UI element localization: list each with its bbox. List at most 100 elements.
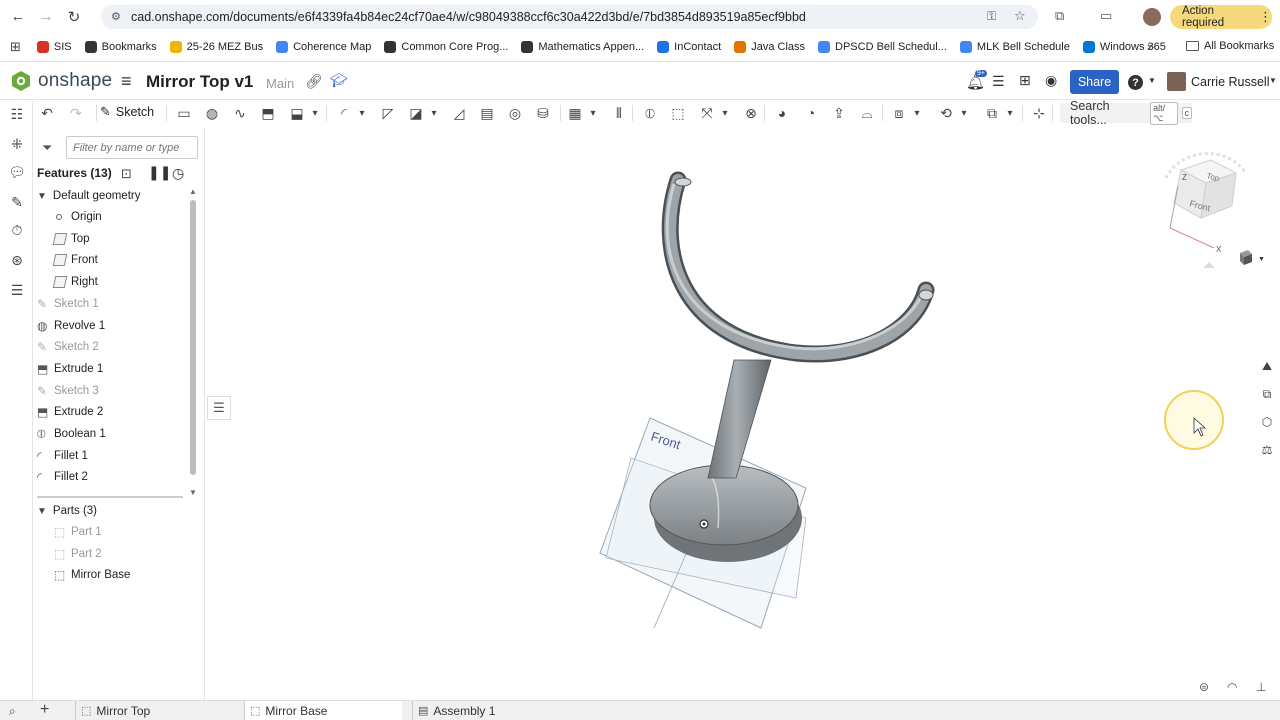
forward-icon[interactable]: →	[36, 7, 56, 27]
history-icon[interactable]: ⏱︎	[8, 221, 26, 239]
thicken-icon[interactable]: ⛁	[534, 104, 552, 122]
workspace-label[interactable]: Main	[266, 76, 294, 91]
site-settings-icon[interactable]: ⚙	[111, 10, 121, 23]
mirror-icon[interactable]: ⫴	[610, 104, 628, 122]
move-face-icon[interactable]: ⇪	[830, 104, 848, 122]
dropdown-chevron-icon[interactable]: ▾	[429, 104, 439, 122]
app-store-icon[interactable]: ⊞	[1019, 72, 1031, 89]
measure-icon[interactable]: ⊥	[1256, 680, 1266, 694]
learning-cap-icon[interactable]: 🎓︎	[330, 72, 348, 89]
chevron-down-icon[interactable]: ▼	[37, 191, 47, 202]
undo-icon[interactable]: ↶	[38, 104, 56, 122]
tasks-icon[interactable]: ☰	[992, 73, 1005, 90]
scroll-up-icon[interactable]: ▲	[189, 187, 197, 196]
tree-item-fillet-2[interactable]: ◜ Fillet 2	[37, 467, 88, 487]
tree-scrollbar[interactable]	[190, 200, 196, 475]
tab-2[interactable]: ⬚ Mirror Base	[244, 701, 402, 720]
release-icon[interactable]: ◉	[1045, 72, 1057, 89]
comments-icon[interactable]: 💬︎	[8, 163, 26, 181]
help-icon[interactable]: ?	[1128, 75, 1143, 90]
hamburger-menu-icon[interactable]: ≡	[121, 71, 132, 92]
properties-icon[interactable]: ☰	[8, 281, 26, 299]
add-folder-icon[interactable]: ⊡	[121, 166, 132, 182]
dropdown-chevron-icon[interactable]: ▾	[720, 104, 730, 122]
wrap-icon[interactable]: ⧈	[890, 104, 908, 122]
modify-fillet-icon[interactable]: ◕	[773, 104, 791, 122]
part-item[interactable]: ⬚ Part 2	[54, 544, 102, 564]
password-key-icon[interactable]: ⚿	[987, 9, 996, 24]
tree-item-extrude-2[interactable]: ⬒ Extrude 2	[37, 402, 103, 422]
extrude-icon[interactable]: ⬒	[259, 104, 277, 122]
user-name[interactable]: Carrie Russell	[1191, 75, 1270, 89]
bookmark-item[interactable]: 25-26 MEZ Bus	[169, 41, 263, 53]
dropdown-chevron-icon[interactable]: ▾	[1005, 104, 1015, 122]
bookmark-item[interactable]: InContact	[657, 41, 721, 53]
redo-icon[interactable]: ↷	[67, 104, 85, 122]
cast-icon[interactable]: ▭	[1100, 8, 1112, 24]
transform-icon[interactable]: ⤧	[698, 104, 716, 122]
tree-item-boolean-1[interactable]: ⦶ Boolean 1	[37, 424, 106, 444]
view-options-cube-icon[interactable]: ▼	[1240, 250, 1265, 265]
plane-tool-icon[interactable]: ▭	[175, 104, 193, 122]
replace-face-icon[interactable]: ◔	[802, 104, 820, 122]
dropdown-chevron-icon[interactable]: ▾	[588, 104, 598, 122]
tree-item-sketch-2[interactable]: ✎ Sketch 2	[37, 337, 99, 357]
tree-item-revolve-1[interactable]: ◍ Revolve 1	[37, 316, 105, 336]
add-tab-icon[interactable]: +	[40, 701, 49, 719]
tree-item-right-plane[interactable]: Right	[52, 272, 98, 292]
appearance-panel-icon[interactable]: ⛰︎	[1257, 356, 1277, 376]
tree-item-top-plane[interactable]: Top	[52, 229, 90, 249]
default-geometry-group[interactable]: ▼ Default geometry	[37, 186, 140, 206]
dropdown-chevron-icon[interactable]: ▾	[912, 104, 922, 122]
back-icon[interactable]: ←	[8, 7, 28, 27]
tab-3[interactable]: ▤ Assembly 1	[412, 701, 572, 720]
revolve-icon[interactable]: ◍	[203, 104, 221, 122]
chevron-down-icon[interactable]: ▼	[37, 506, 47, 517]
section-view-icon[interactable]: ⊜	[1199, 680, 1209, 694]
help-chevron-icon[interactable]: ▼	[1148, 76, 1156, 85]
delete-part-icon[interactable]: ⊗	[742, 104, 760, 122]
mass-properties-icon[interactable]: ⬡	[1257, 412, 1277, 432]
pattern-icon[interactable]: ▦	[566, 104, 584, 122]
model-canvas[interactable]: Front Top Front Z X ▼	[206, 128, 1280, 700]
scroll-down-icon[interactable]: ▼	[189, 488, 197, 497]
bookmark-item[interactable]: Coherence Map	[276, 41, 371, 53]
tab-1[interactable]: ⬚ Mirror Top	[75, 701, 235, 720]
shell-icon[interactable]: ◪	[407, 104, 425, 122]
mirror-top-arc-model[interactable]	[661, 171, 935, 363]
all-bookmarks[interactable]: All Bookmarks	[1186, 40, 1274, 52]
sweep-icon[interactable]: ∿	[231, 104, 249, 122]
user-menu-chevron-icon[interactable]: ▼	[1269, 76, 1277, 85]
dropdown-chevron-icon[interactable]: ▾	[310, 104, 320, 122]
rollback-pause-icon[interactable]: ❚❚	[148, 164, 171, 181]
profile-avatar[interactable]	[1143, 8, 1161, 26]
mirror-stem-model[interactable]	[707, 359, 772, 479]
search-tools-input[interactable]: Search tools... alt/⌥ c	[1060, 99, 1192, 127]
chamfer-icon[interactable]: ◸	[379, 104, 397, 122]
tree-item-fillet-1[interactable]: ◜ Fillet 1	[37, 446, 88, 466]
panel-divider[interactable]	[37, 496, 183, 498]
tree-item-sketch-3[interactable]: ✎ Sketch 3	[37, 381, 99, 401]
part-item[interactable]: ⬚ Mirror Base	[54, 565, 130, 585]
apps-grid-icon[interactable]: ⊞	[10, 39, 21, 55]
helix-icon[interactable]: ⟲	[937, 104, 955, 122]
filter-funnel-icon[interactable]: ⏷	[42, 140, 52, 156]
custom-feature-icon[interactable]: ⊹	[1030, 104, 1048, 122]
bookmark-star-icon[interactable]: ☆	[1014, 8, 1026, 24]
graphics-viewport[interactable]: Front Top Front Z X ▼	[206, 128, 1280, 700]
bom-icon[interactable]: ⚖︎	[1257, 440, 1277, 460]
draft-icon[interactable]: ◿	[450, 104, 468, 122]
link-icon[interactable]: 🔗︎	[305, 73, 323, 90]
bookmark-item[interactable]: Bookmarks	[84, 41, 157, 53]
reload-icon[interactable]: ↻	[64, 7, 84, 27]
fillet-icon[interactable]: ◜	[335, 104, 353, 122]
offset-surface-icon[interactable]: ⌓	[858, 104, 876, 122]
bookmark-item[interactable]: MLK Bell Schedule	[959, 41, 1070, 53]
hole-icon[interactable]: ◎	[506, 104, 524, 122]
filter-input[interactable]	[66, 136, 198, 159]
bookmark-item[interactable]: DPSCD Bell Schedul...	[818, 41, 947, 53]
tree-item-sketch-1[interactable]: ✎ Sketch 1	[37, 294, 99, 314]
parts-group[interactable]: ▼ Parts (3)	[37, 501, 97, 521]
inspect-icon[interactable]: ⊛	[8, 251, 26, 269]
extensions-icon[interactable]: ⧉	[1055, 8, 1064, 24]
